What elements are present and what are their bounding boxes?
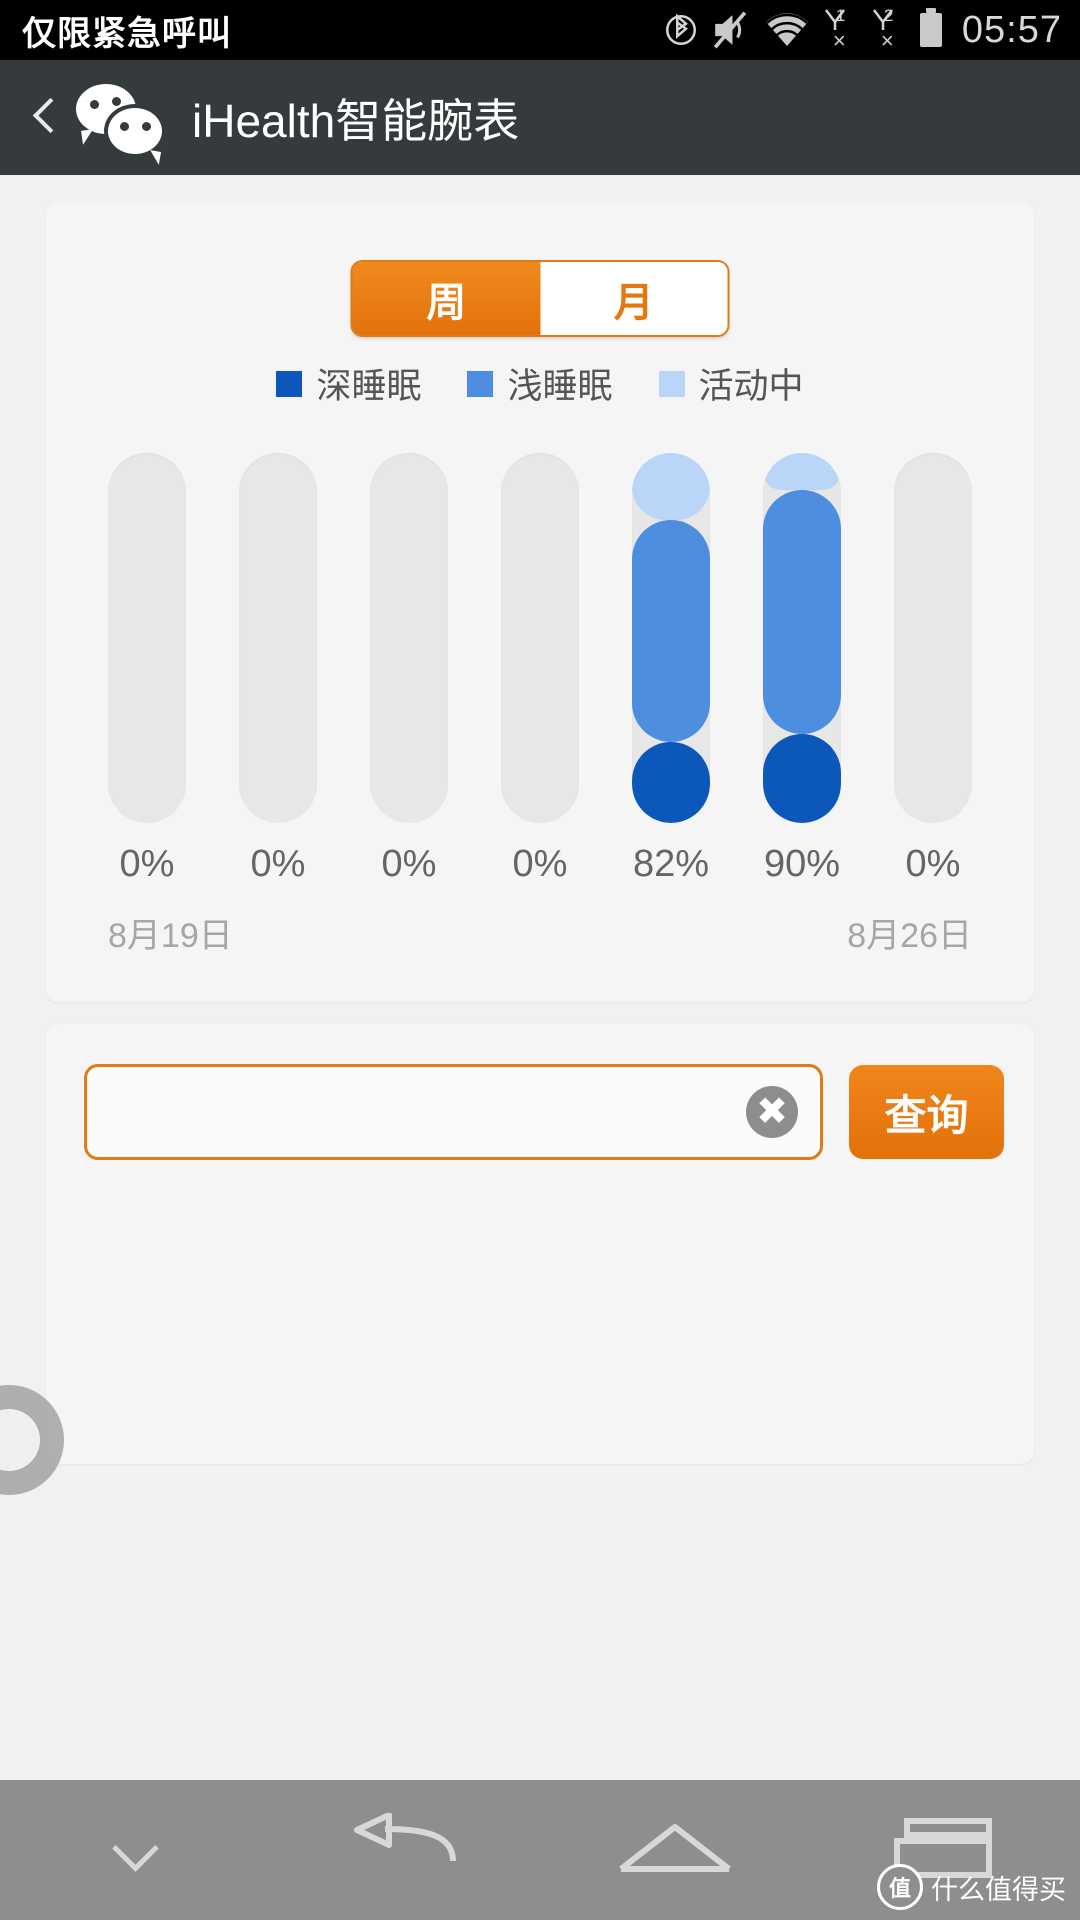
- assistive-touch-inner: [0, 1409, 40, 1471]
- sim1-signal-icon: 1 ×: [824, 6, 858, 53]
- bar-column: [239, 453, 317, 823]
- wechat-logo: [76, 82, 166, 158]
- home-button[interactable]: [600, 1780, 750, 1920]
- chart-legend: 深睡眠 浅睡眠 活动中: [46, 358, 1034, 409]
- bar-column: [501, 453, 579, 823]
- bar-percent-label: 0%: [381, 843, 437, 885]
- bar-track: [894, 453, 972, 823]
- bar-column: [370, 453, 448, 823]
- bar-percent-label: 0%: [512, 843, 568, 885]
- bar-segment: [632, 742, 710, 823]
- clear-glyph: ✖: [756, 1091, 788, 1133]
- status-bar: 仅限紧急呼叫 1 × 2 × 05:57: [0, 0, 1080, 60]
- bar-percent-label: 0%: [119, 843, 175, 885]
- wifi-icon: [764, 12, 810, 48]
- sim1-no-service: ×: [832, 28, 846, 53]
- status-icons: 1 × 2 × 05:57: [665, 0, 1062, 60]
- back-button[interactable]: [330, 1780, 480, 1920]
- mute-icon: [710, 9, 750, 51]
- bar-track: [632, 453, 710, 823]
- bar-track: [239, 453, 317, 823]
- legend-swatch-active: [658, 370, 685, 397]
- legend-item-deep-sleep: 深睡眠: [276, 358, 421, 409]
- legend-item-active: 活动中: [658, 358, 804, 409]
- clear-icon[interactable]: ✖: [746, 1086, 798, 1138]
- bar-track: [501, 453, 579, 823]
- chart-end-date: 8月26日: [847, 917, 972, 955]
- sim1-label: 1: [835, 6, 846, 25]
- bar-segment: [632, 520, 710, 742]
- query-card: ✖ 查询: [46, 1024, 1034, 1464]
- bar-segment: [763, 734, 841, 823]
- legend-swatch-deep-sleep: [276, 370, 303, 397]
- sim2-signal-icon: 2 ×: [872, 6, 906, 53]
- watermark: 值 什么值得买: [877, 1864, 1066, 1910]
- page-title: iHealth智能腕表: [192, 94, 520, 147]
- sim2-label: 2: [883, 6, 894, 25]
- bar-percent-label: 90%: [763, 843, 841, 885]
- chart-date-range: 8月19日 8月26日: [108, 908, 972, 957]
- home-icon: [615, 1813, 735, 1888]
- clock-label: 05:57: [961, 8, 1062, 51]
- legend-label-deep-sleep: 深睡眠: [316, 367, 422, 406]
- bar-track: [108, 453, 186, 823]
- bar-track: [370, 453, 448, 823]
- query-row: ✖ 查询: [84, 1064, 1004, 1160]
- legend-swatch-light-sleep: [467, 370, 494, 397]
- query-button[interactable]: 查询: [849, 1065, 1004, 1159]
- legend-label-light-sleep: 浅睡眠: [507, 367, 613, 406]
- battery-icon: [919, 8, 942, 47]
- app-header: iHealth智能腕表: [0, 60, 1080, 175]
- bar-track: [763, 453, 841, 823]
- system-navigation-bar: 值 什么值得买: [0, 1780, 1080, 1920]
- legend-item-light-sleep: 浅睡眠: [467, 358, 613, 409]
- bar-percent-label: 0%: [905, 843, 961, 885]
- bar-segment: [763, 490, 841, 734]
- legend-label-active: 活动中: [698, 367, 804, 406]
- watermark-logo-icon: 值: [877, 1864, 923, 1910]
- sim2-no-service: ×: [880, 28, 894, 53]
- page-content: 周 月 深睡眠 浅睡眠 活动中 0% 0% 0% 0% 82% 90% 0% 8月19日: [0, 175, 1080, 1920]
- chevron-down-icon: [113, 1828, 157, 1872]
- bluetooth-icon: [665, 10, 696, 50]
- bar-column: [894, 453, 972, 823]
- bar-percent-label: 0%: [250, 843, 306, 885]
- sleep-bar-chart: [108, 453, 972, 823]
- bar-percent-labels: 0% 0% 0% 0% 82% 90% 0%: [108, 843, 972, 886]
- bar-segment: [763, 453, 841, 490]
- bar-column: [763, 453, 841, 823]
- bar-column: [108, 453, 186, 823]
- carrier-label: 仅限紧急呼叫: [22, 14, 232, 53]
- bar-segment: [632, 453, 710, 520]
- watermark-text: 什么值得买: [931, 1874, 1066, 1905]
- hide-keyboard-button[interactable]: [60, 1780, 210, 1920]
- tab-month[interactable]: 月: [540, 262, 728, 335]
- back-arrow-icon: [345, 1811, 465, 1888]
- period-segmented-control[interactable]: 周 月: [350, 260, 730, 337]
- bar-column: [632, 453, 710, 823]
- query-input[interactable]: [87, 1067, 820, 1157]
- sleep-chart-card: 周 月 深睡眠 浅睡眠 活动中 0% 0% 0% 0% 82% 90% 0% 8月19日: [46, 203, 1034, 1002]
- bar-percent-label: 82%: [632, 843, 710, 885]
- query-input-wrapper[interactable]: ✖: [84, 1064, 823, 1160]
- chart-start-date: 8月19日: [108, 917, 233, 955]
- tab-week[interactable]: 周: [352, 262, 540, 335]
- back-button[interactable]: [26, 95, 60, 141]
